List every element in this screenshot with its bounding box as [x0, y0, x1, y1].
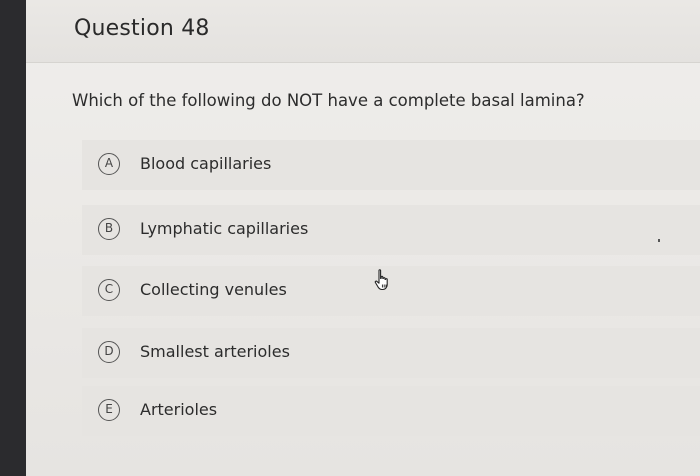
option-d[interactable]: D Smallest arterioles: [82, 328, 700, 378]
option-b[interactable]: B Lymphatic capillaries: [82, 205, 700, 255]
option-e[interactable]: E Arterioles: [82, 386, 700, 436]
option-b-letter: B: [98, 218, 120, 240]
option-a-letter: A: [98, 153, 120, 175]
option-c-letter: C: [98, 279, 120, 301]
screen-speck: [658, 239, 660, 242]
option-b-label: Lymphatic capillaries: [140, 219, 309, 238]
question-title: Question 48: [74, 16, 210, 41]
option-e-label: Arterioles: [140, 400, 218, 419]
question-text: Which of the following do NOT have a com…: [72, 91, 585, 110]
screen: Question 48 Which of the following do NO…: [0, 0, 700, 476]
option-e-letter: E: [98, 399, 120, 421]
option-a[interactable]: A Blood capillaries: [82, 140, 700, 190]
option-c-label: Collecting venules: [140, 280, 287, 299]
option-d-label: Smallest arterioles: [140, 342, 290, 361]
hand-pointer-icon: [374, 269, 388, 291]
question-header: Question 48: [26, 0, 700, 63]
option-d-letter: D: [98, 341, 120, 363]
option-a-label: Blood capillaries: [140, 154, 272, 173]
question-panel: Question 48 Which of the following do NO…: [26, 0, 700, 476]
